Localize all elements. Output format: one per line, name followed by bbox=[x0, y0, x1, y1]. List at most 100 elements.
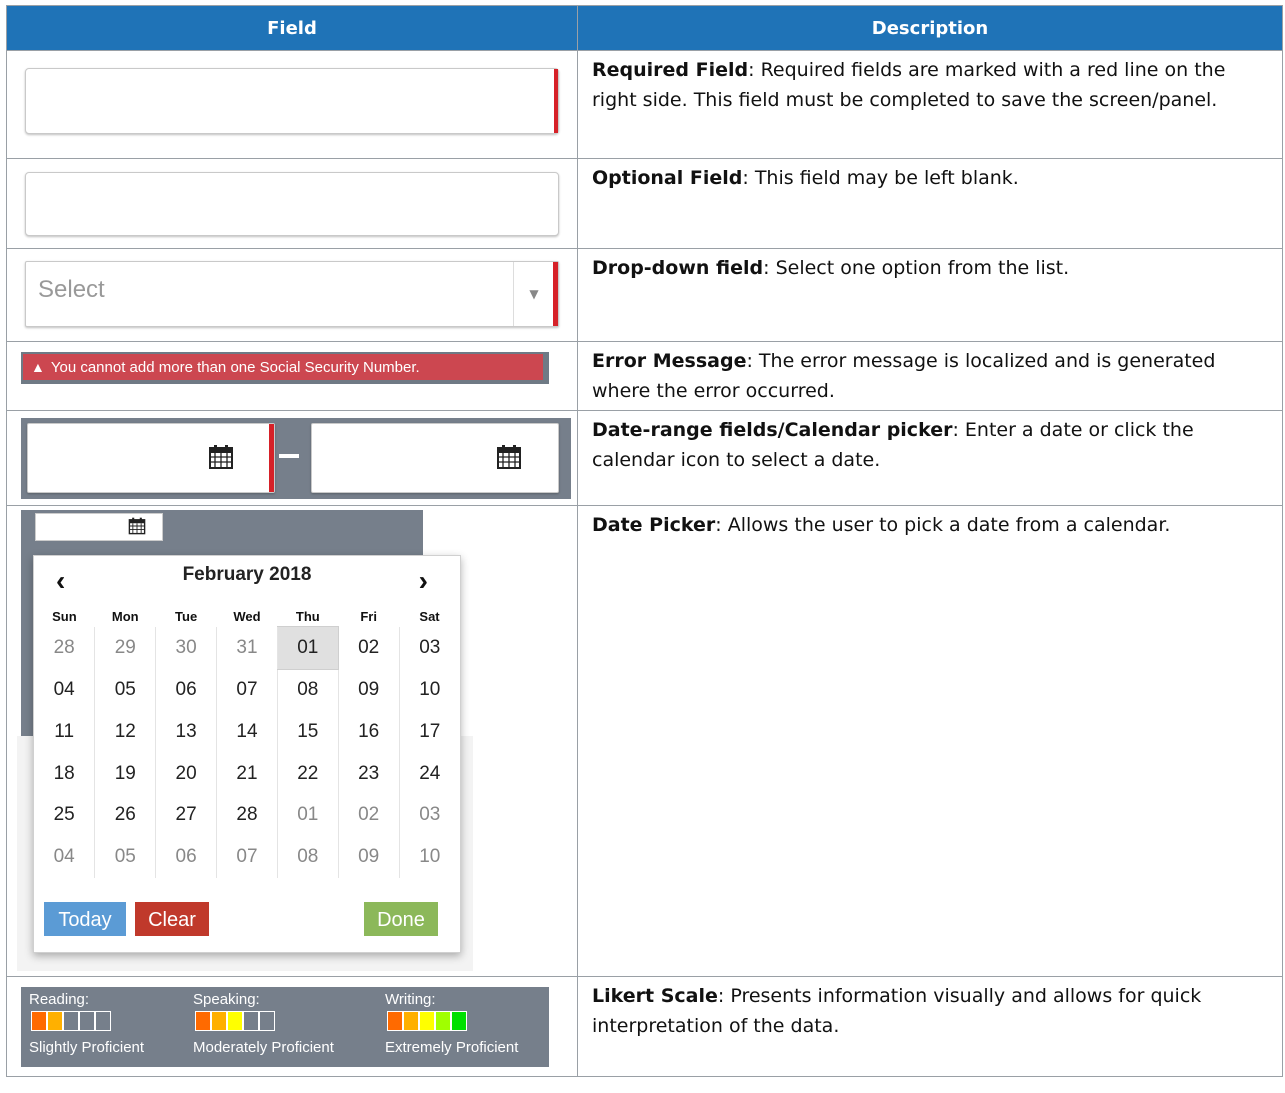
calendar-icon[interactable] bbox=[128, 517, 146, 535]
calendar-day[interactable]: 31 bbox=[216, 626, 278, 670]
caret-down-icon[interactable]: ▼ bbox=[513, 262, 554, 326]
dropdown-placeholder: Select bbox=[38, 276, 105, 303]
calendar-day[interactable]: 13 bbox=[155, 711, 217, 753]
done-button[interactable]: Done bbox=[364, 902, 438, 936]
today-button[interactable]: Today bbox=[44, 902, 126, 936]
weekday-header: Thu bbox=[295, 608, 320, 624]
calendar-day[interactable]: 06 bbox=[155, 835, 217, 878]
description-cell: Optional Field: This field may be left b… bbox=[577, 158, 1283, 249]
dropdown-preview: Select ▼ bbox=[6, 248, 578, 342]
calendar-day[interactable]: 23 bbox=[337, 752, 400, 795]
error-message-banner: ▲ You cannot add more than one Social Sec… bbox=[23, 354, 543, 380]
likert-cell-filled bbox=[387, 1011, 403, 1031]
calendar-day[interactable]: 02 bbox=[337, 794, 400, 836]
table-row: Reading: Slightly Proficient Speaking: M… bbox=[6, 976, 1283, 1077]
table-row: ▲ You cannot add more than one Social Sec… bbox=[6, 341, 1283, 411]
dropdown-select[interactable]: Select ▼ bbox=[25, 261, 559, 327]
calendar-day[interactable]: 06 bbox=[155, 669, 217, 712]
calendar-day[interactable]: 12 bbox=[94, 711, 156, 753]
required-marker bbox=[553, 262, 558, 326]
calendar-day[interactable]: 20 bbox=[155, 752, 217, 795]
calendar-day[interactable]: 17 bbox=[398, 711, 460, 753]
calendar-day[interactable]: 14 bbox=[216, 711, 278, 753]
field-description: : Allows the user to pick a date from a … bbox=[715, 514, 1171, 536]
calendar-day[interactable]: 01 bbox=[276, 794, 339, 836]
calendar-day[interactable]: 05 bbox=[94, 835, 156, 878]
description-cell: Date Picker: Allows the user to pick a d… bbox=[577, 505, 1283, 977]
likert-level-label: Extremely Proficient bbox=[385, 1039, 519, 1056]
calendar-day[interactable]: 28 bbox=[34, 627, 95, 670]
weekday-header: Mon bbox=[111, 608, 139, 624]
likert-scale bbox=[31, 1011, 111, 1031]
calendar-day[interactable]: 09 bbox=[337, 669, 400, 712]
error-message-text: You cannot add more than one Social Secu… bbox=[50, 359, 420, 376]
required-text-input[interactable] bbox=[25, 68, 559, 134]
calendar-day[interactable]: 25 bbox=[34, 794, 95, 836]
calendar-day[interactable]: 28 bbox=[216, 794, 278, 836]
calendar-day[interactable]: 10 bbox=[398, 835, 460, 878]
calendar-day[interactable]: 04 bbox=[34, 669, 95, 711]
required-marker bbox=[554, 69, 558, 133]
warning-icon: ▲ bbox=[31, 359, 45, 375]
calendar-day[interactable]: 16 bbox=[337, 711, 400, 753]
date-input[interactable] bbox=[35, 513, 163, 541]
calendar-month-label: February 2018 bbox=[182, 564, 312, 585]
calendar-day[interactable]: 21 bbox=[216, 752, 278, 795]
calendar-day[interactable]: 03 bbox=[398, 794, 460, 836]
calendar-day[interactable]: 19 bbox=[94, 752, 156, 795]
likert-level-label: Slightly Proficient bbox=[29, 1039, 145, 1056]
likert-cell-filled bbox=[419, 1011, 435, 1031]
end-date-input[interactable] bbox=[311, 423, 559, 493]
likert-cell-filled bbox=[403, 1011, 419, 1031]
likert-cell-empty bbox=[63, 1011, 79, 1031]
calendar-day[interactable]: 24 bbox=[398, 752, 460, 795]
range-separator bbox=[279, 454, 299, 458]
clear-button[interactable]: Clear bbox=[135, 902, 209, 936]
calendar-day[interactable]: 08 bbox=[276, 835, 339, 878]
calendar-day[interactable]: 26 bbox=[94, 794, 156, 836]
calendar-day[interactable]: 07 bbox=[216, 669, 278, 712]
calendar-icon[interactable] bbox=[208, 444, 234, 470]
weekday-header: Tue bbox=[175, 608, 198, 624]
field-reference-table: Field Description Required Field: Requir… bbox=[6, 5, 1283, 1077]
likert-cell-filled bbox=[195, 1011, 211, 1031]
calendar-day[interactable]: 08 bbox=[276, 669, 339, 712]
calendar-day[interactable]: 18 bbox=[34, 753, 95, 795]
calendar-day[interactable]: 22 bbox=[276, 752, 339, 795]
field-column-header: Field bbox=[6, 5, 578, 51]
chevron-right-icon[interactable]: › bbox=[419, 566, 428, 596]
calendar-day[interactable]: 07 bbox=[216, 835, 278, 878]
date-picker-popup: ‹ February 2018 › Sun Mon Tue Wed Thu Fr… bbox=[33, 555, 461, 953]
table-row: Date-range fields/Calendar picker: Enter… bbox=[6, 410, 1283, 506]
likert-cell-empty bbox=[259, 1011, 275, 1031]
likert-skill-label: Speaking: bbox=[193, 991, 260, 1008]
calendar-day[interactable]: 02 bbox=[337, 626, 400, 670]
start-date-input[interactable] bbox=[27, 423, 275, 493]
calendar-day[interactable]: 27 bbox=[155, 794, 217, 836]
calendar-day[interactable]: 29 bbox=[94, 626, 156, 670]
likert-cell-filled bbox=[211, 1011, 227, 1031]
calendar-icon[interactable] bbox=[496, 444, 522, 470]
likert-preview: Reading: Slightly Proficient Speaking: M… bbox=[6, 976, 578, 1077]
required-marker bbox=[269, 424, 274, 492]
description-cell: Likert Scale: Presents information visua… bbox=[577, 976, 1283, 1077]
calendar-day[interactable]: 10 bbox=[398, 669, 460, 712]
calendar-day[interactable]: 09 bbox=[337, 835, 400, 878]
field-description: : This field may be left blank. bbox=[742, 167, 1019, 189]
calendar-day[interactable]: 15 bbox=[276, 711, 339, 753]
field-term: Required Field bbox=[592, 59, 749, 81]
likert-cell-filled bbox=[435, 1011, 451, 1031]
calendar-day[interactable]: 30 bbox=[155, 626, 217, 670]
weekday-header: Sat bbox=[419, 608, 440, 624]
calendar-day[interactable]: 11 bbox=[34, 711, 95, 753]
optional-text-input[interactable] bbox=[25, 172, 559, 236]
calendar-day[interactable]: 05 bbox=[94, 669, 156, 712]
calendar-day-selected[interactable]: 01 bbox=[276, 626, 339, 670]
description-cell: Drop-down field: Select one option from … bbox=[577, 248, 1283, 342]
table-row: ‹ February 2018 › Sun Mon Tue Wed Thu Fr… bbox=[6, 505, 1283, 977]
optional-field-preview bbox=[6, 158, 578, 249]
field-term: Drop-down field bbox=[592, 257, 764, 279]
calendar-day[interactable]: 04 bbox=[34, 836, 95, 878]
calendar-day[interactable]: 03 bbox=[398, 626, 460, 670]
calendar-grid: Sun Mon Tue Wed Thu Fri Sat 28 29 30 31 … bbox=[34, 606, 460, 878]
